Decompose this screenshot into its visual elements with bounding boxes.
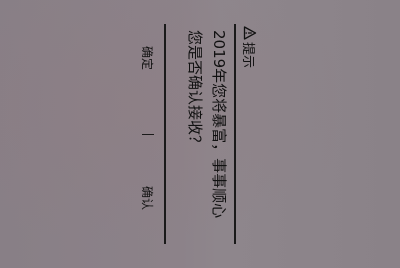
alert-dialog: 提示 2019年您将暴富，事事顺心 您是否确认接收？ 确定 确认 <box>124 10 264 258</box>
warning-triangle-icon <box>243 26 257 40</box>
dialog-title: 提示 <box>240 42 256 69</box>
dialog-bottom-divider <box>164 24 166 244</box>
dialog-header: 提示 <box>240 26 260 68</box>
dialog-top-divider <box>234 24 236 244</box>
ok-button[interactable]: 确定 <box>139 46 156 70</box>
dialog-button-row: 确定 确认 <box>136 30 160 240</box>
button-divider <box>142 134 154 135</box>
confirm-button[interactable]: 确认 <box>139 186 156 210</box>
dialog-message-line-1: 2019年您将暴富，事事顺心 <box>210 30 228 219</box>
dialog-message-line-2: 您是否确认接收？ <box>186 30 204 151</box>
alert-dialog-content: 提示 2019年您将暴富，事事顺心 您是否确认接收？ 确定 确认 <box>124 10 264 258</box>
